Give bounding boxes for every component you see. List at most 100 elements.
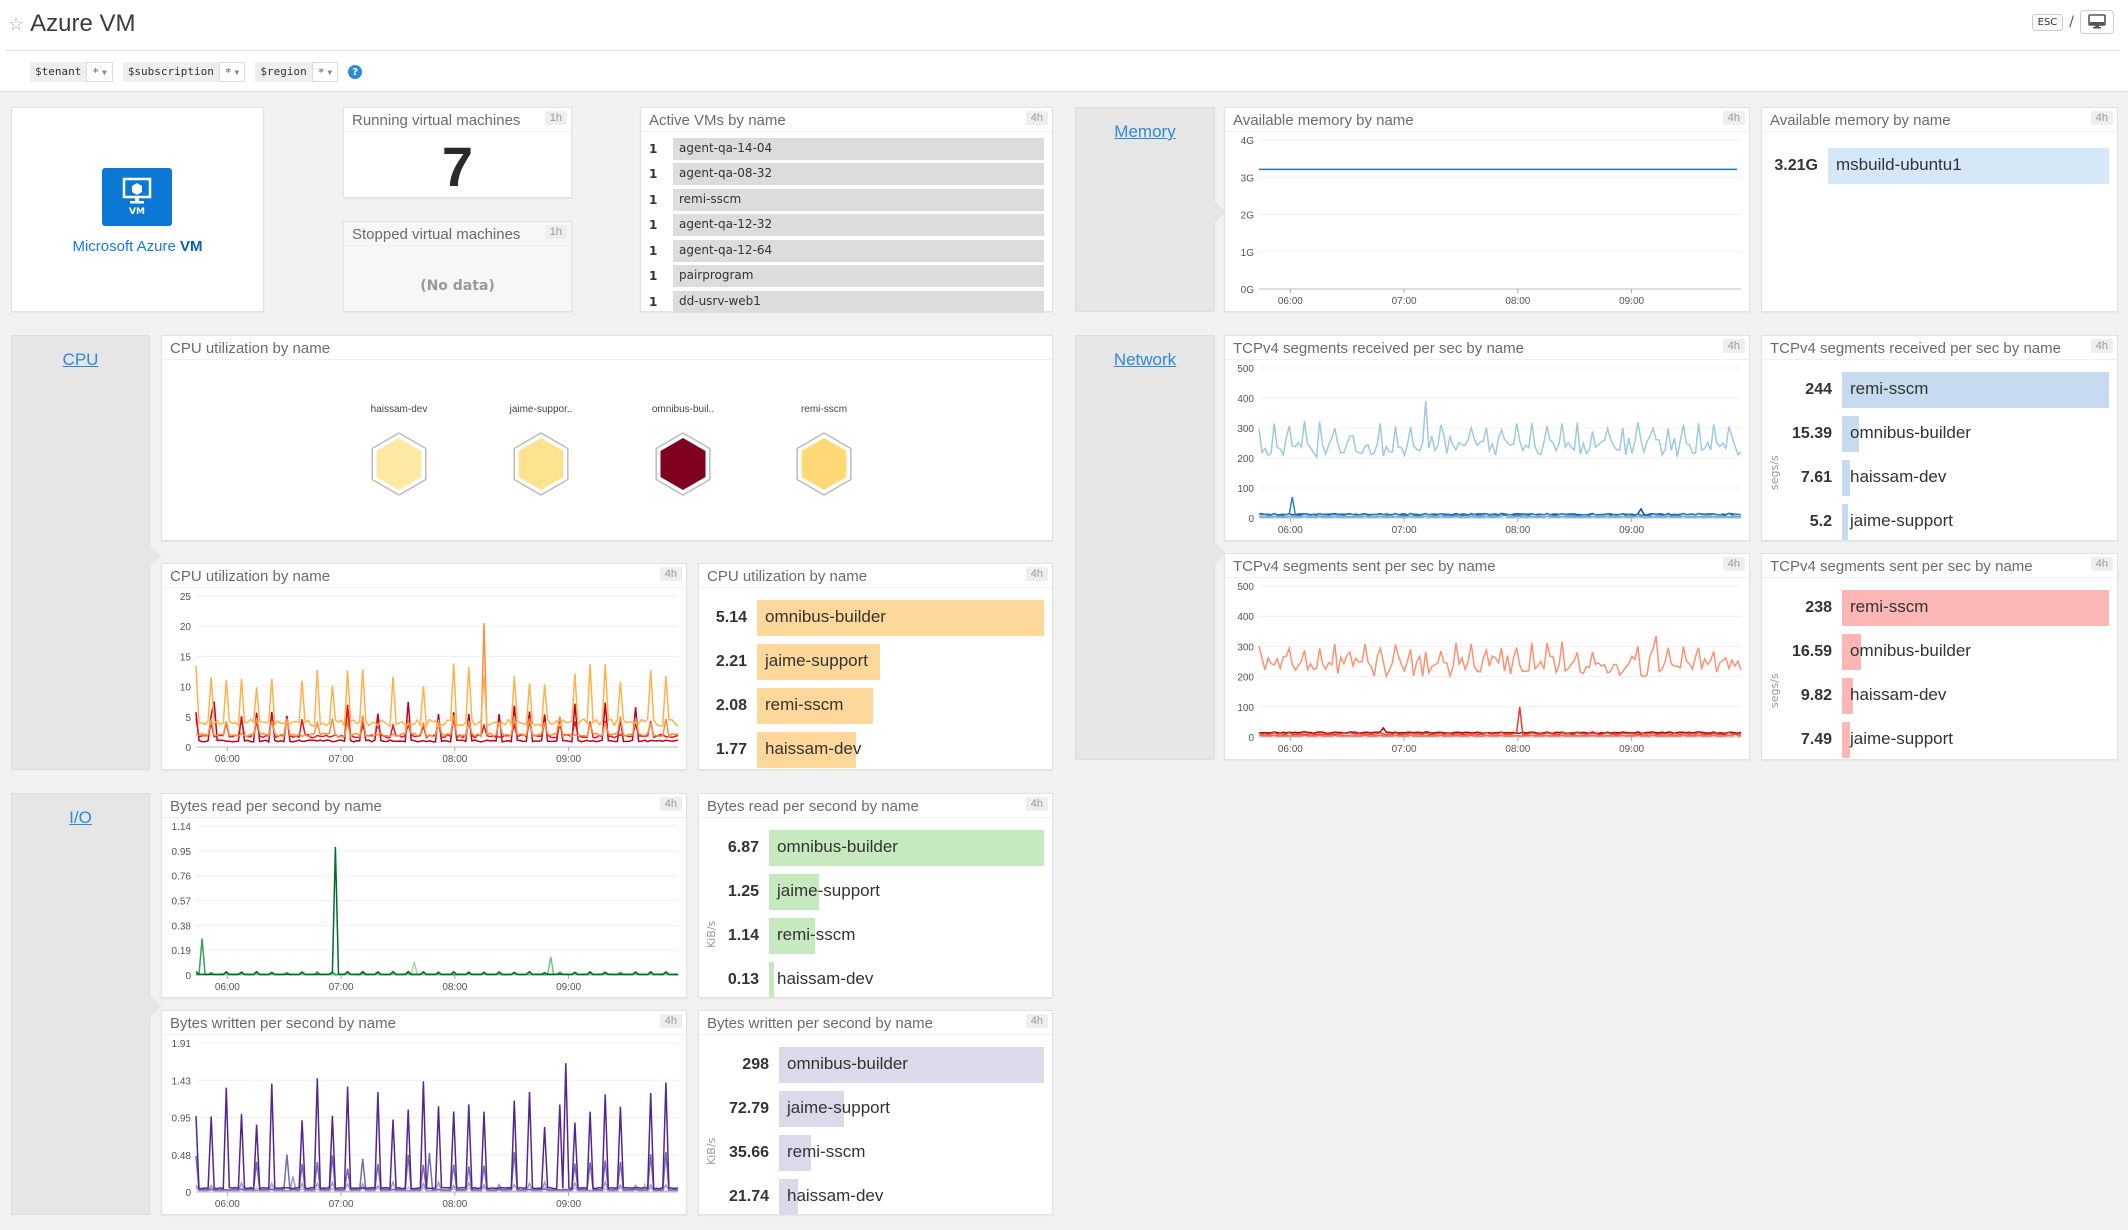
section-link-memory[interactable]: Memory	[1076, 122, 1214, 142]
toplist-bar-track: haissam-dev	[757, 732, 1044, 768]
toplist-label: remi-sscm	[1850, 379, 1929, 398]
x-tick-label: 09:00	[1619, 525, 1644, 536]
series-line-remi-sscm[interactable]	[1258, 400, 1742, 459]
template-var-select[interactable]: * ▼	[86, 62, 113, 82]
widget-title: TCPv4 segments sent per sec by name 4h	[1225, 554, 1749, 578]
toplist-row[interactable]: 35.66 remi-sscm	[707, 1131, 1044, 1175]
toplist-label: haissam-dev	[1850, 685, 1947, 704]
template-var-subscription[interactable]: $subscription * ▼	[122, 62, 246, 82]
header-actions: ESC /	[2031, 10, 2114, 34]
toplist-bar	[1842, 504, 1848, 540]
bytes-read-toplist: KiB/s 6.87 omnibus-builder 1.25 jaime-suppor…	[699, 818, 1052, 1002]
toplist-label: haissam-dev	[777, 969, 874, 988]
series-line-jaime-support[interactable]	[195, 938, 679, 976]
network-sent-timeseries-chart[interactable]: 0 100 200 300 400 500 06:00 07:00 08:00 09:00	[1225, 578, 1749, 759]
active-vm-row[interactable]: 1 agent-qa-14-04	[649, 136, 1044, 161]
timeframe-badge: 4h	[659, 797, 682, 811]
widget-title-text: TCPv4 segments sent per sec by name	[1233, 558, 1496, 575]
toplist-row[interactable]: 6.87 omnibus-builder	[707, 826, 1044, 870]
toplist-row[interactable]: 1.25 jaime-support	[707, 870, 1044, 914]
network-sent-toplist-widget: TCPv4 segments sent per sec by name 4h se…	[1761, 553, 2118, 760]
separator: /	[2069, 14, 2074, 30]
toplist-bar-track: jaime-support	[779, 1091, 1044, 1127]
toplist-row[interactable]: 298 omnibus-builder	[707, 1043, 1044, 1087]
logo-text-light: Microsoft Azure	[72, 238, 181, 255]
header-divider	[6, 50, 2120, 51]
widget-title: TCPv4 segments sent per sec by name 4h	[1762, 554, 2117, 578]
bytes-written-timeseries-chart[interactable]: 0 0.48 0.95 1.43 1.91 06:00 07:00 08:00 09:00	[162, 1035, 686, 1214]
toplist-row[interactable]: 5.2 jaime-support	[1770, 500, 2109, 544]
active-vm-name: agent-qa-14-04	[673, 137, 1044, 160]
y-tick-label: 15	[180, 652, 192, 663]
toplist-row[interactable]: 21.74 haissam-dev	[707, 1175, 1044, 1219]
network-received-toplist: segs/s 244 remi-sscm 15.39 omnibus-builder 7.…	[1762, 360, 2117, 544]
toplist-row[interactable]: 7.49 jaime-support	[1770, 718, 2109, 762]
toplist-row[interactable]: 238 remi-sscm	[1770, 586, 2109, 630]
active-vm-row[interactable]: 1 agent-qa-08-32	[649, 162, 1044, 187]
toplist-value: 6.87	[727, 839, 759, 856]
series-line-omnibus-builder[interactable]	[195, 846, 679, 976]
template-var-region[interactable]: $region * ▼	[255, 62, 339, 82]
active-vm-row[interactable]: 1 pairprogram	[649, 264, 1044, 289]
section-link-io[interactable]: I/O	[12, 808, 149, 828]
series-line-omnibus-builder[interactable]	[1258, 706, 1742, 736]
toplist-row[interactable]: 9.82 haissam-dev	[1770, 674, 2109, 718]
toplist-value: 1.25	[727, 883, 759, 900]
y-tick-label: 3G	[1241, 173, 1255, 184]
esc-key-hint[interactable]: ESC	[2031, 13, 2064, 31]
toplist-bar-track: omnibus-builder	[1842, 634, 2109, 670]
toplist-row[interactable]: 1.14 remi-sscm	[707, 914, 1044, 958]
toplist-row[interactable]: 2.21 jaime-support	[707, 640, 1044, 684]
toplist-bar-track: omnibus-builder	[769, 830, 1044, 866]
section-link-cpu[interactable]: CPU	[12, 350, 149, 370]
x-tick-label: 07:00	[1392, 744, 1417, 755]
toplist-row[interactable]: 1.77 haissam-dev	[707, 728, 1044, 772]
template-var-select[interactable]: * ▼	[311, 62, 339, 82]
template-var-tenant[interactable]: $tenant * ▼	[30, 62, 113, 82]
toplist-row[interactable]: 72.79 jaime-support	[707, 1087, 1044, 1131]
active-vms-list: 1 agent-qa-14-04 1 agent-qa-08-32 1 remi-sscm…	[641, 132, 1052, 314]
toplist-row[interactable]: 3.21G msbuild-ubuntu1	[1770, 144, 2109, 188]
toplist-bar-track: haissam-dev	[779, 1179, 1044, 1215]
toplist-row[interactable]: 2.08 remi-sscm	[707, 684, 1044, 728]
toplist-row[interactable]: 7.61 haissam-dev	[1770, 456, 2109, 500]
cpu-toplist: 5.14 omnibus-builder 2.21 jaime-support 2.08…	[699, 588, 1052, 772]
toplist-row[interactable]: 15.39 omnibus-builder	[1770, 412, 2109, 456]
toplist-row[interactable]: 16.59 omnibus-builder	[1770, 630, 2109, 674]
host-label: remi-sscm	[801, 404, 847, 415]
star-icon[interactable]: ☆	[8, 14, 24, 35]
y-tick-label: 0	[1248, 733, 1254, 744]
toplist-row[interactable]: 0.13 haissam-dev	[707, 958, 1044, 1002]
bytes-read-toplist-widget: Bytes read per second by name 4h KiB/s 6.8…	[698, 793, 1053, 998]
toplist-row[interactable]: 244 remi-sscm	[1770, 368, 2109, 412]
memory-timeseries-chart[interactable]: 0G 1G 2G 3G 4G 06:00 07:00 08:00 09:00	[1225, 132, 1749, 311]
host-label: omnibus-buil..	[652, 404, 714, 415]
bytes-read-timeseries-chart[interactable]: 0 0.19 0.38 0.57 0.76 0.95 1.14 06:00 07:00 08:00…	[162, 818, 686, 997]
x-tick-label: 07:00	[329, 982, 354, 993]
active-vm-row[interactable]: 1 agent-qa-12-32	[649, 213, 1044, 238]
network-received-timeseries-chart[interactable]: 0 100 200 300 400 500 06:00 07:00 08:00 09:00	[1225, 360, 1749, 540]
active-vm-row[interactable]: 1 remi-sscm	[649, 187, 1044, 212]
series-line-omnibus-builder[interactable]	[1258, 496, 1741, 517]
active-vm-row[interactable]: 1 agent-qa-12-64	[649, 238, 1044, 263]
x-tick-label: 06:00	[1278, 525, 1303, 536]
toplist-row[interactable]: 5.14 omnibus-builder	[707, 596, 1044, 640]
x-tick-label: 09:00	[1619, 296, 1644, 307]
cpu-toplist-widget: CPU utilization by name 4h 5.14 omnibus-bu…	[698, 563, 1053, 770]
section-link-network[interactable]: Network	[1076, 350, 1214, 370]
active-vm-name: pairprogram	[673, 265, 1044, 287]
cpu-timeseries-chart[interactable]: 0 5 10 15 20 25 06:00 07:00 08:00 09:00	[162, 588, 686, 769]
help-icon[interactable]: ?	[348, 65, 363, 79]
timeframe-badge: 4h	[1025, 1014, 1048, 1028]
template-var-name: $region	[260, 65, 307, 78]
unit-label: segs/s	[1768, 455, 1781, 490]
template-var-select[interactable]: * ▼	[218, 62, 246, 82]
x-tick-label: 07:00	[329, 1199, 354, 1210]
active-vm-row[interactable]: 1 dd-usrv-web1	[649, 289, 1044, 314]
toplist-bar-track: jaime-support	[769, 874, 1044, 910]
no-data-message: (No data)	[420, 278, 495, 294]
toplist-value: 0.13	[727, 971, 759, 988]
x-tick-label: 08:00	[1505, 296, 1530, 307]
series-line-remi-sscm[interactable]	[1258, 635, 1742, 679]
tv-mode-button[interactable]	[2080, 10, 2114, 34]
